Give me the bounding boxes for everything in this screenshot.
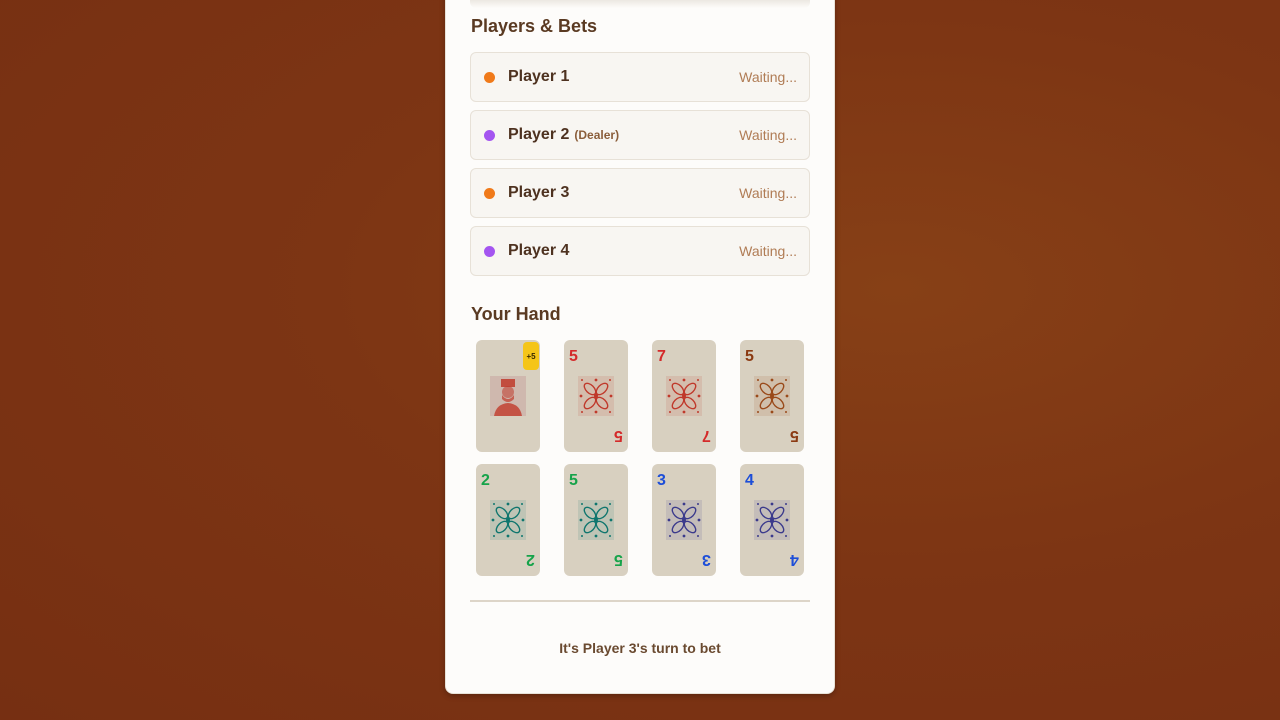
hand-card[interactable]: 44 — [740, 464, 804, 576]
player-row: Player 3 Waiting... — [470, 168, 810, 218]
player-name-text: Player 2 — [508, 126, 570, 143]
blue-pattern-icon — [754, 500, 790, 540]
hand-card[interactable]: 33 — [652, 464, 716, 576]
hand-card[interactable]: +5 — [476, 340, 540, 452]
player-name: Player 2 (Dealer) — [508, 126, 619, 144]
player-status: Waiting... — [739, 127, 797, 143]
green-pattern-icon — [578, 500, 614, 540]
panel-top-edge — [470, 0, 810, 8]
hand-card[interactable]: 55 — [740, 340, 804, 452]
player-name-text: Player 4 — [508, 242, 570, 259]
hand-card[interactable]: 55 — [564, 464, 628, 576]
players-section-title: Players & Bets — [471, 16, 598, 36]
player-color-dot-icon — [484, 188, 495, 199]
hand-card[interactable]: 22 — [476, 464, 540, 576]
bonus-badge: +5 — [523, 342, 539, 370]
card-rank-bottom: 5 — [614, 427, 623, 444]
player-row: Player 1 Waiting... — [470, 52, 810, 102]
hand-card[interactable]: 77 — [652, 340, 716, 452]
card-rank-bottom: 7 — [702, 427, 711, 444]
card-rank-top: 5 — [569, 472, 578, 489]
player-status: Waiting... — [739, 185, 797, 201]
green-pattern-icon — [490, 500, 526, 540]
dealer-tag: (Dealer) — [574, 128, 620, 142]
card-rank-top: 2 — [481, 472, 490, 489]
divider — [470, 600, 810, 602]
player-color-dot-icon — [484, 72, 495, 83]
card-rank-top: 3 — [657, 472, 666, 489]
hand-section-title: Your Hand — [471, 304, 561, 324]
player-color-dot-icon — [484, 130, 495, 141]
card-rank-bottom: 3 — [702, 551, 711, 568]
player-status: Waiting... — [739, 243, 797, 259]
player-name: Player 4 — [508, 242, 569, 260]
player-name: Player 1 — [508, 68, 569, 86]
turn-message: It's Player 3's turn to bet — [559, 640, 721, 656]
red-pattern-icon — [578, 376, 614, 416]
player-name: Player 3 — [508, 184, 569, 202]
blue-pattern-icon — [666, 500, 702, 540]
player-name-text: Player 1 — [508, 68, 570, 85]
card-rank-bottom: 2 — [526, 551, 535, 568]
player-row: Player 4 Waiting... — [470, 226, 810, 276]
red-pattern-icon — [666, 376, 702, 416]
card-rank-top: 5 — [745, 348, 754, 365]
card-rank-top: 4 — [745, 472, 754, 489]
card-rank-bottom: 5 — [790, 427, 799, 444]
card-rank-bottom: 5 — [614, 551, 623, 568]
hand-card[interactable]: 55 — [564, 340, 628, 452]
player-color-dot-icon — [484, 246, 495, 257]
card-rank-bottom: 4 — [790, 551, 799, 568]
portrait-icon — [490, 376, 526, 416]
card-rank-top: 7 — [657, 348, 666, 365]
player-name-text: Player 3 — [508, 184, 570, 201]
card-rank-top: 5 — [569, 348, 578, 365]
player-row: Player 2 (Dealer) Waiting... — [470, 110, 810, 160]
player-status: Waiting... — [739, 69, 797, 85]
brown-pattern-icon — [754, 376, 790, 416]
